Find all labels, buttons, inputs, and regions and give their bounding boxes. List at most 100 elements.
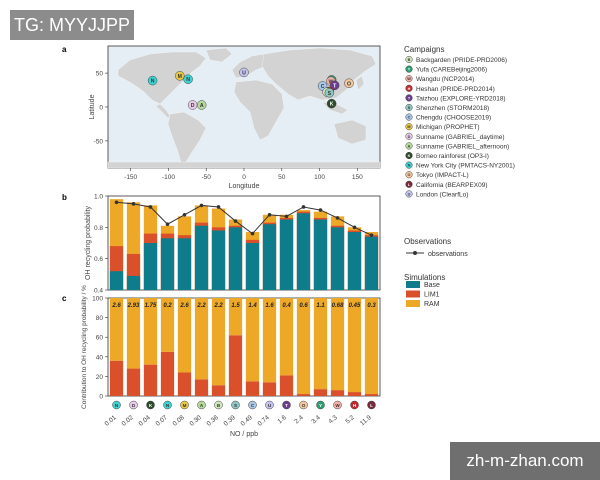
map-marker-14-letter: K [330,102,334,108]
campaign-label-4: Taizhou (EXPLORE-YRD2018) [416,95,506,102]
map-y-label: Latitude [89,94,96,119]
map-marker-1-letter: M [178,74,182,80]
map-marker-12-letter: S [328,91,332,97]
c-x-tick-6: 0.36 [206,414,220,428]
panel-label-a: a [62,45,67,54]
c-ratio-label-7: 1.5 [231,303,240,309]
b-bar-base-12 [313,219,328,290]
c-bar-ram-14 [347,298,362,393]
c-site-marker-12-letter: Y [319,403,322,408]
c-bar-lim1-15 [364,394,379,396]
c-ratio-label-14: 0.45 [349,303,361,309]
map-x-tick-2: -50 [202,174,212,181]
watermark-bottom: zh-m-zhan.com [450,442,600,480]
map-x-tick-0: -150 [124,174,137,181]
map-x-ticks: -150 -100 -50 0 50 100 150 [124,168,363,181]
sim-legend-label-1: LIM1 [424,292,440,299]
b-bar-base-11 [296,213,311,290]
panel-b-chart: 0.4 0.6 0.8 1.0 OH recycling probability [85,194,381,295]
panel-b-y-ticks: 0.4 0.6 0.8 1.0 [94,194,108,295]
panel-c-y-label: Contribution to OH recycling probability… [81,285,88,409]
b-y-tick-0: 0.4 [94,288,103,295]
sim-legend-swatch-1 [406,290,420,298]
b-observation-point-4 [182,213,187,217]
campaign-label-3: Heshan (PRIDE-PRD2014) [416,86,495,93]
c-x-tick-11: 2.4 [293,414,305,425]
b-bar-base-1 [126,275,141,290]
panel-b-y-label: OH recycling probability [85,206,92,280]
c-bar-lim1-4 [177,372,192,396]
map-marker-5-letter: U [242,70,246,76]
b-observation-point-1 [131,202,136,206]
campaign-label-7: Michigan (PROPHET) [416,124,480,131]
c-bar-ram-15 [364,298,379,395]
map-marker-2-letter: N [186,77,190,83]
campaign-marker-10-letter: K [408,154,411,158]
c-site-marker-4-letter: M [183,403,187,408]
b-bar-base-15 [364,236,379,290]
c-y-tick-2: 40 [96,354,104,361]
c-x-tick-1: 0.02 [121,414,135,428]
campaign-label-6: Chengdu (CHOOSE2019) [416,115,491,122]
b-bar-base-10 [279,219,294,290]
b-bar-base-3 [160,238,175,290]
figure: a b c NMNDAUYWCTHBSOK -150-100-500501001… [62,45,515,438]
b-observation-point-12 [318,208,323,212]
b-observation-point-2 [148,205,153,209]
campaign-items: B Backgarden (PRIDE-PRD2006)Y Yufa (CAREBe… [405,55,515,198]
c-x-tick-3: 0.07 [155,414,169,428]
c-x-tick-7: 0.39 [223,414,237,428]
series-legend: Observations observations Simulations Ba… [404,237,468,308]
c-site-marker-15-letter: L [370,403,373,408]
b-bar-base-2 [143,243,158,290]
c-bar-lim1-11 [296,394,311,396]
map-y-tick-1: 0 [99,105,103,112]
c-bar-lim1-0 [109,360,124,396]
c-ratio-label-4: 2.6 [179,303,189,309]
b-observation-point-11 [301,205,306,209]
campaign-label-13: California (BEARPEX09) [416,182,488,189]
campaign-label-8: Sunname (GABRIEL_daytime) [416,134,505,141]
campaign-marker-6-letter: C [408,116,411,120]
map-marker-0-letter: N [151,79,155,85]
campaign-marker-9-letter: A [408,144,411,148]
sim-legend-swatch-0 [406,281,420,288]
c-ratio-label-5: 2.2 [196,303,206,309]
c-bar-lim1-14 [347,392,362,396]
c-x-tick-15: 11.9 [359,414,373,427]
c-ratio-label-1: 2.93 [127,303,140,309]
observations-legend-item: observations [428,251,468,258]
b-observation-point-10 [284,214,289,219]
map-x-tick-6: 150 [352,174,363,181]
c-ratio-label-0: 2.6 [111,303,121,309]
c-ratio-label-6: 2.2 [213,303,223,309]
b-observation-point-5 [199,203,204,208]
c-bar-ram-11 [296,298,311,395]
campaign-marker-12-letter: O [408,173,411,177]
b-observation-point-9 [267,213,272,217]
b-bar-base-13 [330,227,345,290]
c-site-marker-7-letter: S [234,403,237,408]
c-x-tick-2: 0.04 [138,414,152,428]
campaign-label-2: Wangdu (NCP2014) [416,76,474,83]
campaign-label-1: Yufa (CAREBeijing2006) [416,67,487,74]
b-observation-point-3 [165,222,170,226]
b-bar-base-14 [347,232,362,290]
b-observation-point-7 [233,219,238,223]
map-y-tick-2: -50 [94,138,104,145]
panel-c-chart: 2.6 2.93 1.75 0.2 2.6 2.2 2.2 1.5 1.4 1.6 0.4 0.6 1.… [81,285,381,438]
c-y-tick-4: 80 [96,315,104,322]
panel-c-x-ticks: 0.01 0.02 0.04 0.07 0.08 0.30 0.36 0.39 0.49 0.74… [104,414,373,428]
campaign-label-5: Shenzhen (STORM2018) [416,105,489,112]
c-ratio-label-13: 0.68 [332,303,344,309]
c-x-tick-5: 0.30 [189,414,203,428]
c-bar-lim1-3 [160,351,175,396]
panel-label-c: c [62,294,67,303]
c-x-tick-9: 0.74 [257,414,271,428]
sim-legend-label-0: Base [424,282,440,289]
b-bar-base-5 [194,225,209,290]
b-bar-base-8 [245,243,260,290]
c-bar-lim1-8 [245,381,260,396]
b-bar-base-9 [262,224,277,290]
map-y-tick-0: 50 [96,71,104,78]
